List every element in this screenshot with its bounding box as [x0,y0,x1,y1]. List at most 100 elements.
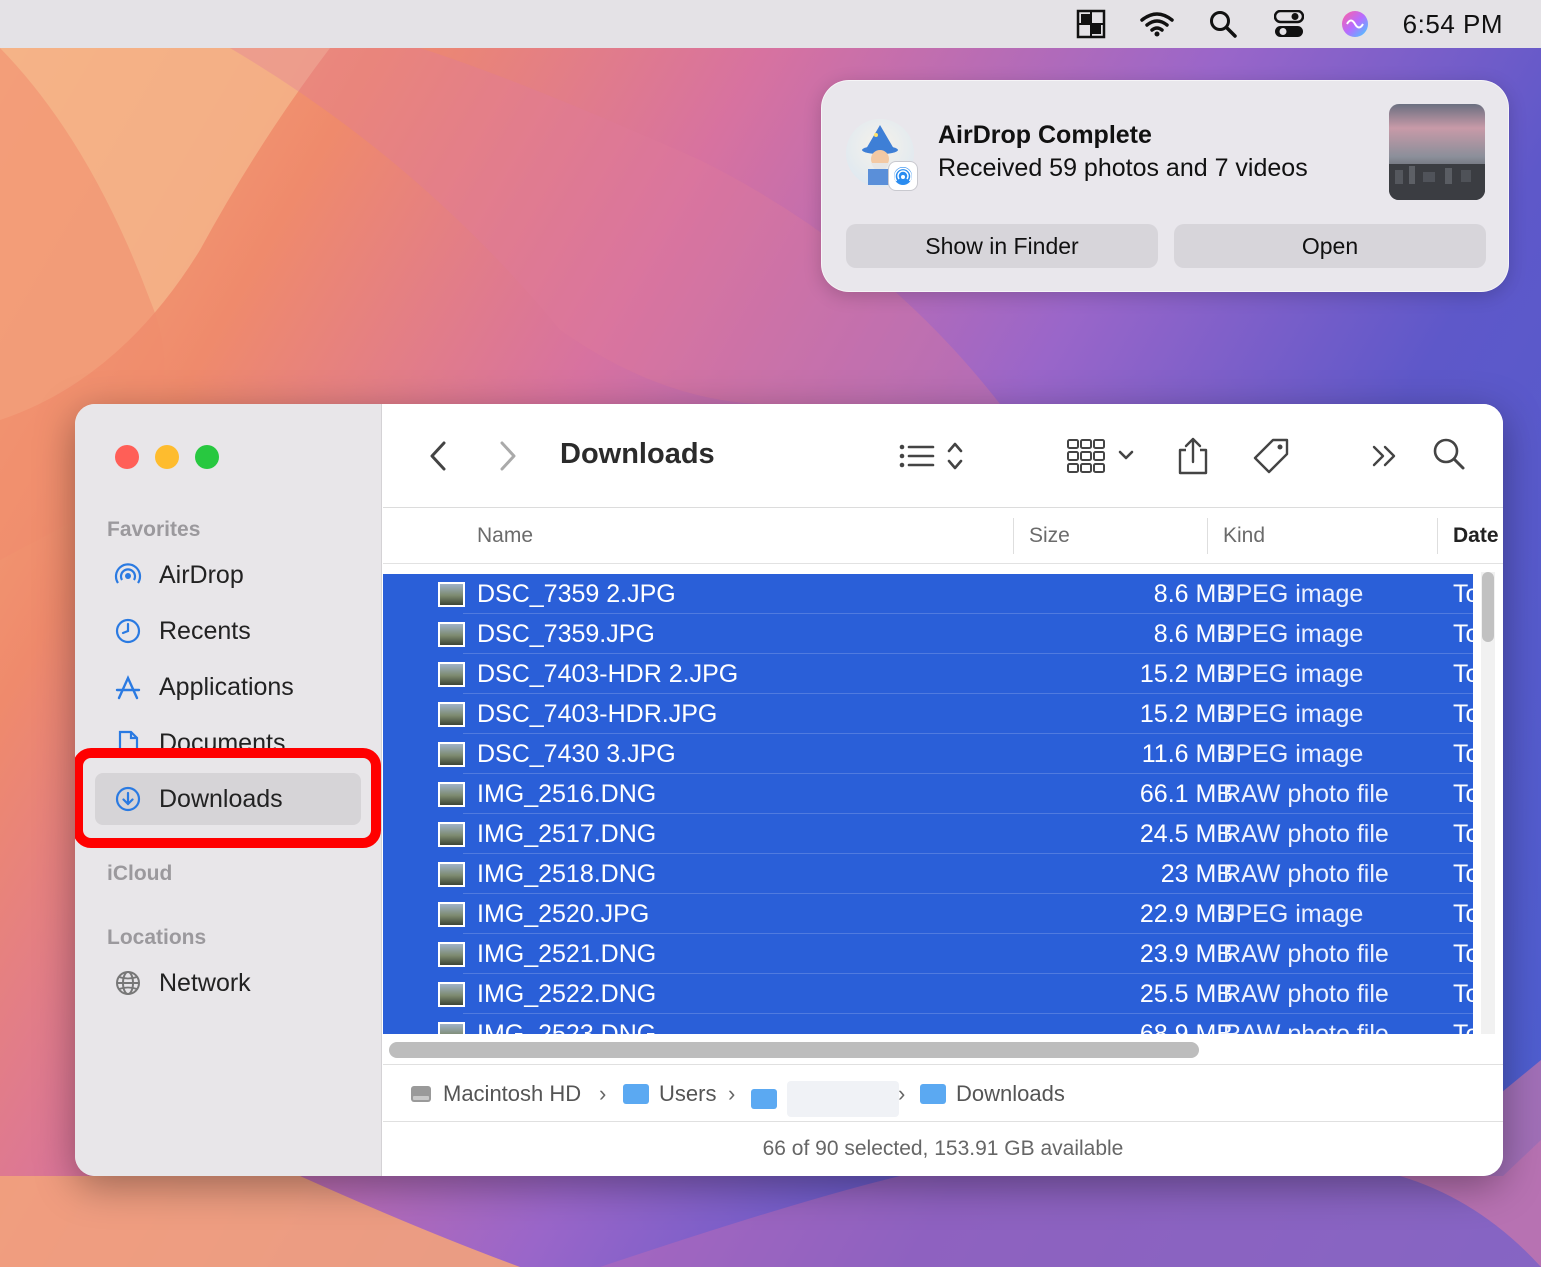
back-button[interactable] [423,434,453,478]
image-file-icon [438,982,465,1007]
column-header: Name Size Kind Date [383,508,1503,564]
search-icon [1432,437,1466,476]
sidebar-item-label: Applications [159,672,294,701]
file-date: To [1453,580,1473,608]
search-button[interactable] [1429,434,1469,478]
file-row[interactable]: DSC_7359 2.JPG 8.6 MB JPEG image To [383,574,1473,614]
more-toolbar-button[interactable] [1365,434,1405,478]
file-name: IMG_2520.JPG [477,900,650,928]
sidebar-item-applications[interactable]: Applications [95,661,361,713]
sidebar-item-recents[interactable]: Recents [95,605,361,657]
file-kind: RAW photo file [1223,820,1389,848]
column-date[interactable]: Date [1453,524,1499,548]
path-item-label: Users [659,1081,717,1106]
image-file-icon [438,862,465,887]
file-date: To [1453,740,1473,768]
image-file-icon [438,582,465,607]
column-divider[interactable] [1437,518,1438,554]
image-file-icon [438,902,465,927]
horizontal-scrollbar[interactable] [389,1042,1199,1058]
file-row[interactable]: IMG_2521.DNG 23.9 MB RAW photo file To [383,934,1473,974]
menu-bar: 6:54 PM [0,0,1541,48]
column-kind[interactable]: Kind [1223,524,1265,548]
vertical-scrollbar-thumb[interactable] [1482,572,1494,642]
finder-window: Favorites AirDrop Recents Applications D… [75,404,1503,1176]
image-file-icon [438,822,465,847]
sidebar-item-downloads[interactable]: Downloads [95,773,361,825]
show-in-finder-button[interactable]: Show in Finder [846,224,1158,268]
sidebar-item-documents[interactable]: Documents [95,717,361,769]
column-divider[interactable] [1207,518,1208,554]
finder-content: Downloads Name Size Kind Date DSC_7359 2… [383,404,1503,1176]
column-name[interactable]: Name [477,524,533,548]
sidebar-item-label: Network [159,968,251,997]
airdrop-notification[interactable]: AirDrop Complete Received 59 photos and … [821,80,1509,292]
wifi-icon[interactable] [1135,4,1179,44]
file-date: To [1453,980,1473,1008]
file-row[interactable]: DSC_7403-HDR.JPG 15.2 MB JPEG image To [383,694,1473,734]
column-size[interactable]: Size [1029,524,1070,548]
file-size: 8.6 MB [1153,620,1233,648]
file-row[interactable]: IMG_2516.DNG 66.1 MB RAW photo file To [383,774,1473,814]
group-view-button[interactable] [1063,434,1143,478]
file-size: 25.5 MB [1139,980,1233,1008]
sidebar-item-label: Documents [159,728,286,757]
forward-button[interactable] [493,434,523,478]
share-button[interactable] [1175,434,1211,478]
close-window-button[interactable] [115,445,139,469]
file-row[interactable]: DSC_7430 3.JPG 11.6 MB JPEG image To [383,734,1473,774]
file-row[interactable]: DSC_7403-HDR 2.JPG 15.2 MB JPEG image To [383,654,1473,694]
path-item-label: Downloads [956,1081,1065,1106]
file-name: DSC_7359 2.JPG [477,580,676,608]
path-item-users[interactable]: Users [623,1081,716,1107]
path-item-downloads[interactable]: Downloads [920,1081,1065,1107]
document-icon [113,728,143,758]
window-tiling-icon[interactable] [1069,4,1113,44]
path-bar: Macintosh HD › Users › › Downloads [383,1064,1503,1122]
file-row[interactable]: IMG_2522.DNG 25.5 MB RAW photo file To [383,974,1473,1014]
sidebar-item-network[interactable]: Network [95,957,361,1009]
sidebar-section-favorites: Favorites [107,518,201,541]
file-row[interactable]: IMG_2518.DNG 23 MB RAW photo file To [383,854,1473,894]
control-center-icon[interactable] [1267,4,1311,44]
home-folder-icon [751,1089,777,1109]
file-name: DSC_7403-HDR.JPG [477,700,718,728]
file-kind: RAW photo file [1223,860,1389,888]
file-row[interactable]: DSC_7359.JPG 8.6 MB JPEG image To [383,614,1473,654]
file-kind: RAW photo file [1223,940,1389,968]
tag-button[interactable] [1249,434,1293,478]
file-name: IMG_2517.DNG [477,820,657,848]
list-view-button[interactable] [895,434,975,478]
image-file-icon [438,942,465,967]
image-file-icon [438,1022,465,1034]
sidebar-section-locations: Locations [107,926,207,949]
column-divider[interactable] [1013,518,1014,554]
sidebar-item-label: AirDrop [159,560,244,589]
minimize-window-button[interactable] [155,445,179,469]
file-size: 15.2 MB [1139,700,1233,728]
hard-drive-icon [409,1082,433,1106]
file-size: 66.1 MB [1139,780,1233,808]
image-file-icon [438,702,465,727]
file-row[interactable]: IMG_2520.JPG 22.9 MB JPEG image To [383,894,1473,934]
file-date: To [1453,700,1473,728]
siri-icon[interactable] [1333,4,1377,44]
file-date: To [1453,620,1473,648]
menu-bar-clock[interactable]: 6:54 PM [1403,9,1503,40]
file-row[interactable]: IMG_2517.DNG 24.5 MB RAW photo file To [383,814,1473,854]
spotlight-search-icon[interactable] [1201,4,1245,44]
path-item-macintosh-hd[interactable]: Macintosh HD [409,1081,581,1107]
file-date: To [1453,900,1473,928]
image-file-icon [438,782,465,807]
file-row[interactable]: IMG_2523.DNG 68.9 MB RAW photo file To [383,1014,1473,1034]
path-separator-icon: › [728,1081,736,1106]
globe-icon [113,968,143,998]
file-date: To [1453,860,1473,888]
zoom-window-button[interactable] [195,445,219,469]
open-button[interactable]: Open [1174,224,1486,268]
file-kind: JPEG image [1223,740,1364,768]
path-separator-icon: › [599,1081,607,1106]
file-name: DSC_7359.JPG [477,620,655,648]
sidebar-item-airdrop[interactable]: AirDrop [95,549,361,601]
path-item-home[interactable] [751,1081,899,1117]
